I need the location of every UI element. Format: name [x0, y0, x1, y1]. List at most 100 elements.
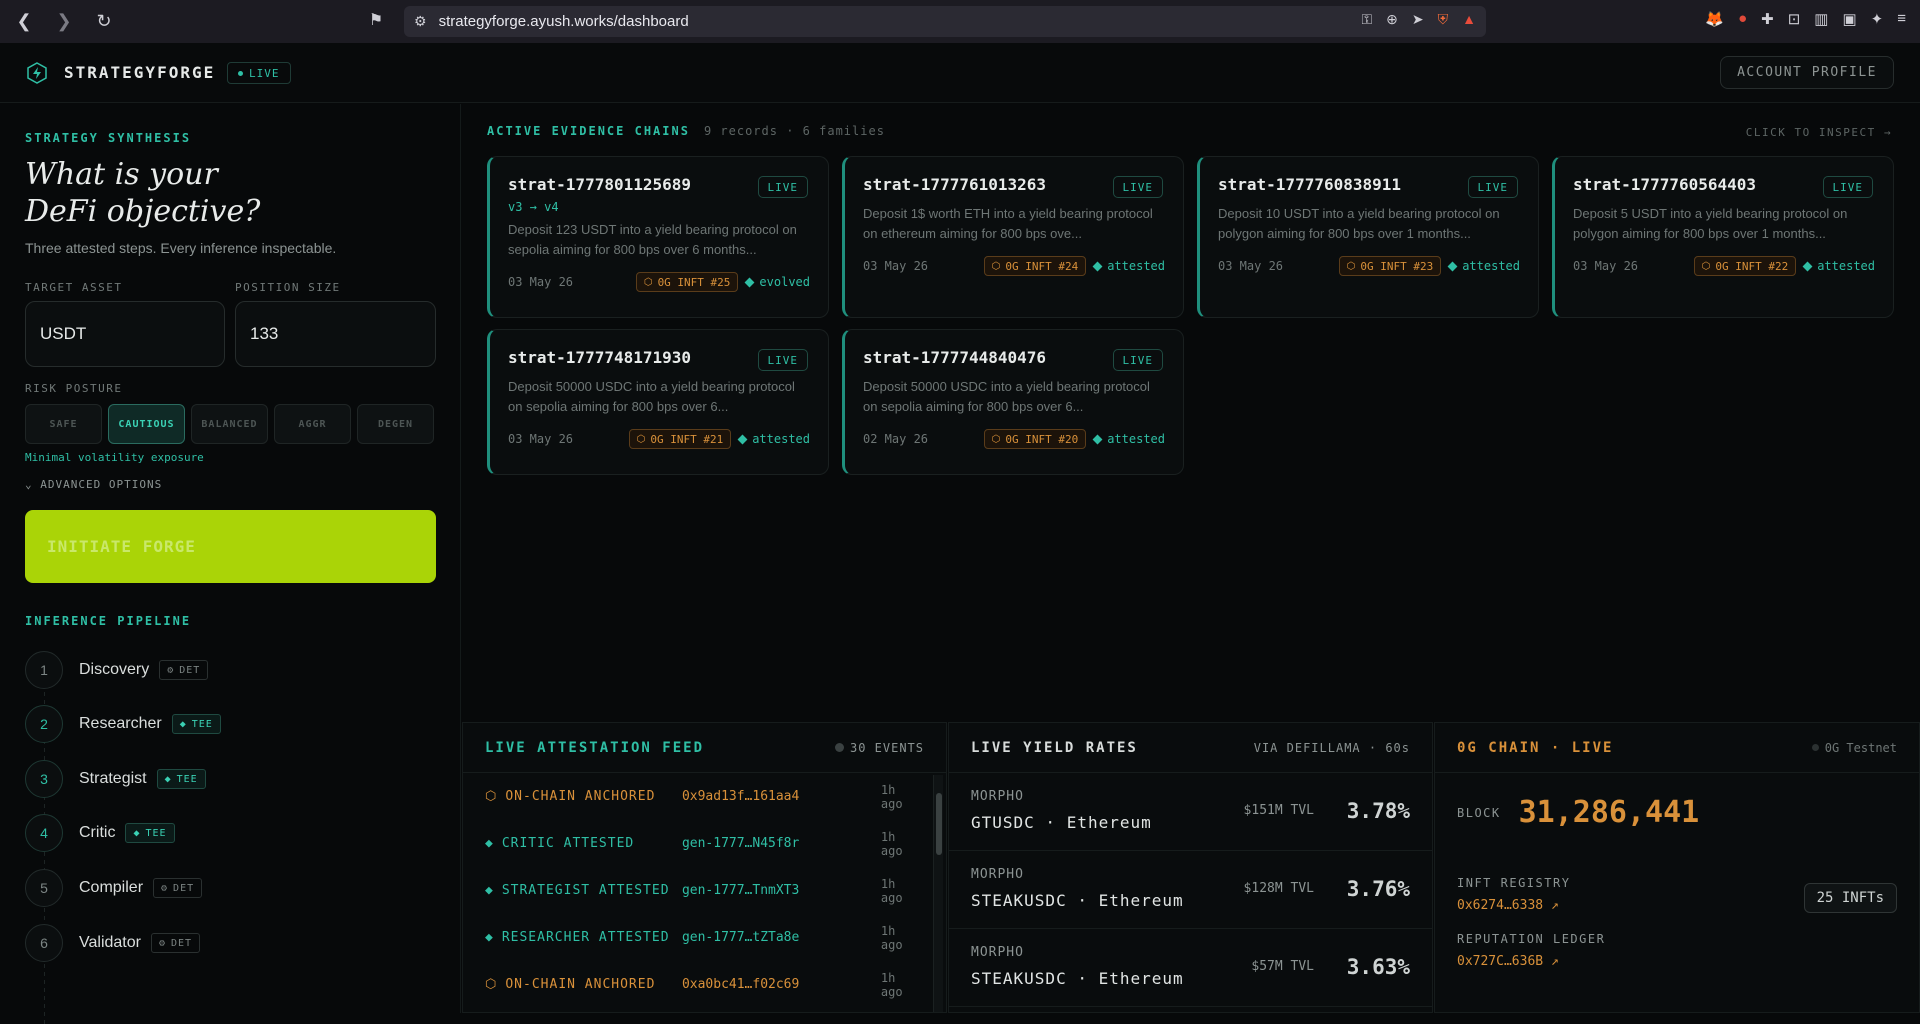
page-title: What is your DeFi objective?	[25, 156, 260, 230]
strategy-card[interactable]: strat-1777744840476 LIVE Deposit 50000 U…	[842, 329, 1184, 475]
families-count: 6 families	[802, 124, 885, 138]
risk-safe-button[interactable]: SAFE	[25, 404, 102, 444]
records-count: 9 records	[703, 124, 778, 138]
inft-registry: INFT REGISTRY 0x6274…6338 ↗	[1457, 876, 1570, 913]
diamond-icon	[737, 434, 748, 444]
app-header: STRATEGYFORGE LIVE ACCOUNT PROFILE	[0, 43, 1920, 103]
advanced-options-toggle[interactable]: ⌄ ADVANCED OPTIONS	[25, 478, 162, 491]
brand-name: STRATEGYFORGE	[64, 63, 216, 82]
step-number: 4	[25, 814, 63, 852]
yield-apy: 3.78%	[1346, 799, 1410, 823]
events-count: 30 EVENTS	[834, 741, 924, 755]
diamond-icon: ◆	[179, 718, 187, 730]
chain-header: 0G CHAIN · LIVE 0G Testnet	[1435, 723, 1919, 773]
feed-hash[interactable]: gen-1777…TnmXT3	[682, 883, 881, 898]
brave-shield-icon[interactable]: ⛨	[1438, 11, 1449, 28]
scrollbar-thumb[interactable]	[936, 793, 942, 855]
inft-text: 0G INFT #20	[1005, 432, 1079, 446]
feed-time: 1h ago	[880, 782, 903, 811]
step-number: 2	[25, 705, 63, 743]
feed-kind: ◆ RESEARCHER ATTESTED	[485, 930, 682, 945]
live-badge: LIVE	[1467, 176, 1518, 198]
risk-cautious-button[interactable]: CAUTIOUS	[108, 404, 185, 444]
leo-ai-icon[interactable]: ✦	[1871, 10, 1884, 28]
key-icon[interactable]: ⚿	[1362, 11, 1373, 28]
chains-meta: 9 records · 6 families	[703, 124, 885, 138]
site-info-icon[interactable]: ⚙	[414, 13, 427, 30]
feed-kind: ◆ STRATEGIST ATTESTED	[485, 883, 682, 898]
card-footer: 02 May 26 ⬡ 0G INFT #20 attested	[863, 429, 1165, 449]
strategy-card[interactable]: strat-1777760564403 LIVE Deposit 5 USDT …	[1552, 156, 1894, 318]
feed-hash[interactable]: 0xa0bc41…f02c69	[682, 977, 881, 992]
feed-scrollbar[interactable]	[933, 775, 943, 1012]
registry-address-link[interactable]: 0x6274…6338 ↗	[1457, 898, 1570, 913]
position-size-input[interactable]: 133	[235, 301, 436, 367]
diamond-icon: ◆	[485, 883, 494, 898]
yield-row[interactable]: MORPHO STEAKUSDC · Ethereum $128M TVL 3.…	[949, 851, 1432, 929]
feed-row[interactable]: ⬡ ON-CHAIN ANCHORED 0xa0bc41…f02c69 1h ag…	[463, 961, 946, 1008]
risk-aggr-button[interactable]: AGGR	[274, 404, 351, 444]
inft-text: 0G INFT #21	[650, 432, 724, 446]
url-text[interactable]: strategyforge.ayush.works/dashboard	[439, 13, 689, 30]
card-date: 03 May 26	[508, 275, 574, 289]
menu-icon[interactable]: ≡	[1897, 10, 1906, 28]
feed-row[interactable]: ◆ STRATEGIST ATTESTED gen-1777…TnmXT3 1h …	[463, 867, 946, 914]
yield-row[interactable]: MORPHO GTUSDC · Ethereum $151M TVL 3.78%	[949, 773, 1432, 851]
feed-time: 1h ago	[880, 876, 903, 905]
feed-kind: ◆ CRITIC ATTESTED	[485, 836, 682, 851]
badge-text: TEE	[145, 827, 167, 839]
target-asset-input[interactable]: USDT	[25, 301, 225, 367]
feed-row[interactable]: ◆ CRITIC ATTESTED gen-1777…N45f8r 1h ago	[463, 820, 946, 867]
live-status-badge: LIVE	[227, 62, 291, 84]
initiate-forge-button[interactable]: INITIATE FORGE	[25, 510, 436, 583]
step-number: 6	[25, 924, 63, 962]
forward-icon[interactable]: ❯	[52, 11, 76, 32]
strategy-card[interactable]: strat-1777801125689 v3 → v4 LIVE Deposit…	[487, 156, 829, 318]
reload-icon[interactable]: ↻	[92, 11, 116, 32]
wallet-icon[interactable]: ▣	[1842, 10, 1856, 28]
inft-text: 0G INFT #25	[657, 275, 731, 289]
strategy-card[interactable]: strat-1777760838911 LIVE Deposit 10 USDT…	[1197, 156, 1539, 318]
brave-rewards-icon[interactable]: ▲	[1462, 11, 1476, 28]
feed-hash[interactable]: 0x9ad13f…161aa4	[682, 789, 881, 804]
extensions-icon[interactable]: ✚	[1761, 10, 1774, 28]
live-badge: LIVE	[1112, 176, 1163, 198]
chain-status-panel: 0G CHAIN · LIVE 0G Testnet BLOCK 31,286,…	[1434, 722, 1920, 1013]
reputation-ledger: REPUTATION LEDGER 0x727C…636B ↗	[1457, 932, 1605, 969]
feed-row[interactable]: ◆ RESEARCHER ATTESTED gen-1777…tZTa8e 1h …	[463, 914, 946, 961]
strategy-card[interactable]: strat-1777761013263 LIVE Deposit 1$ wort…	[842, 156, 1184, 318]
inft-badge: ⬡ 0G INFT #22	[1693, 256, 1797, 276]
address-bar[interactable]: ⚑ ⚙ strategyforge.ayush.works/dashboard …	[369, 6, 1486, 37]
risk-balanced-button[interactable]: BALANCED	[191, 404, 268, 444]
feed-time: 1h ago	[880, 970, 903, 999]
zoom-icon[interactable]: ⊕	[1386, 11, 1398, 28]
extension-red-icon[interactable]: ●	[1738, 10, 1747, 28]
tee-badge: ◆ TEE	[156, 769, 206, 789]
badge-text: DET	[179, 664, 201, 676]
screenshot-icon[interactable]: ⊡	[1788, 10, 1801, 28]
feed-hash[interactable]: gen-1777…tZTa8e	[682, 930, 881, 945]
ledger-address-link[interactable]: 0x727C…636B ↗	[1457, 954, 1605, 969]
step-number: 3	[25, 760, 63, 798]
yield-title: LIVE YIELD RATES	[971, 739, 1138, 756]
strategy-card[interactable]: strat-1777748171930 LIVE Deposit 50000 U…	[487, 329, 829, 475]
status-text: evolved	[759, 275, 810, 289]
back-icon[interactable]: ❮	[12, 11, 36, 32]
feed-row[interactable]: ⬡ ON-CHAIN ANCHORED 0x9ad13f…161aa4 1h ag…	[463, 773, 946, 820]
feed-hash[interactable]: gen-1777…N45f8r	[682, 836, 881, 851]
diamond-icon	[1092, 434, 1103, 444]
send-icon[interactable]: ➤	[1412, 11, 1424, 28]
metamask-icon[interactable]: 🦊	[1705, 10, 1724, 28]
account-profile-button[interactable]: ACCOUNT PROFILE	[1720, 56, 1894, 89]
status-dot-icon	[834, 743, 844, 752]
risk-degen-button[interactable]: DEGEN	[357, 404, 434, 444]
det-badge: ⚙ DET	[159, 660, 209, 680]
bookmark-icon[interactable]: ⚑	[364, 10, 388, 34]
pipeline-step-researcher: 2 Researcher ◆ TEE	[25, 705, 221, 743]
sidebar-toggle-icon[interactable]: ▥	[1814, 10, 1828, 28]
yield-row[interactable]: MORPHO STEAKUSDC · Ethereum $57M TVL 3.6…	[949, 929, 1432, 1007]
pipeline-step-compiler: 5 Compiler ⚙ DET	[25, 869, 203, 907]
diamond-icon: ◆	[485, 836, 494, 851]
live-status-text: LIVE	[249, 66, 280, 80]
hexagon-icon: ⬡	[643, 276, 653, 288]
